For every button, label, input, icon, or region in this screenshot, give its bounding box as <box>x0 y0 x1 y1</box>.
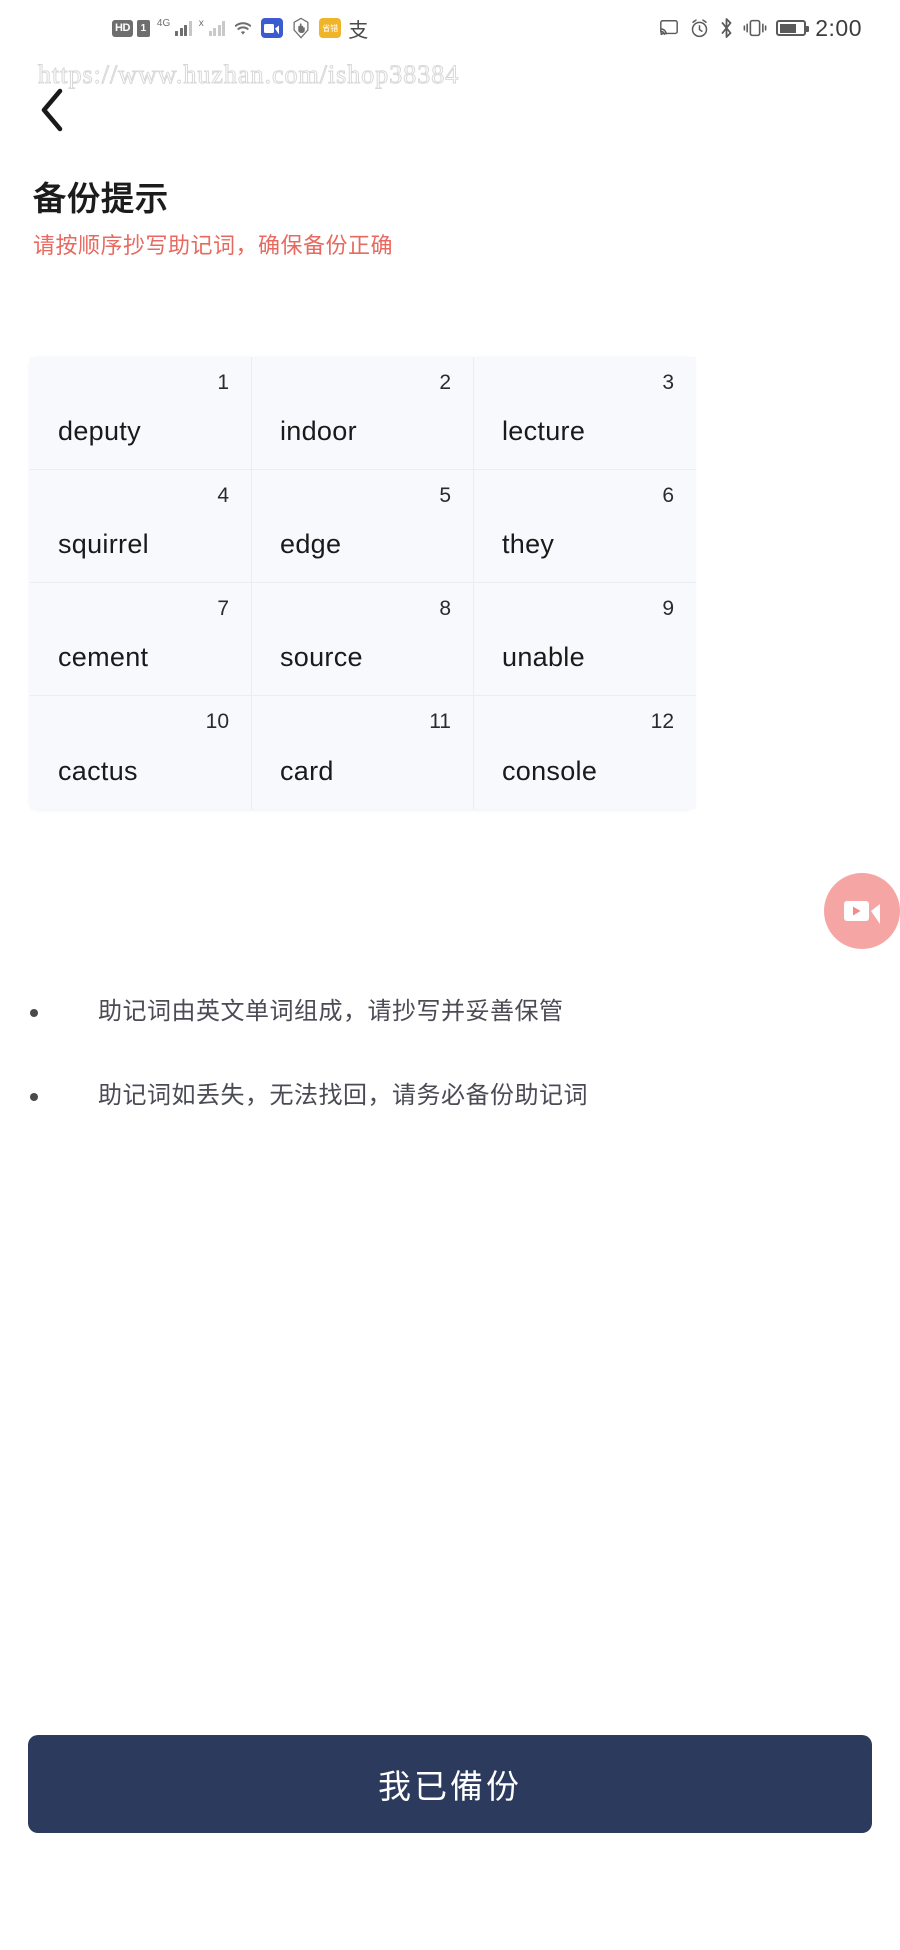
bluetooth-icon <box>719 17 734 39</box>
mnemonic-cell[interactable]: 8 source <box>252 583 474 696</box>
mnemonic-index: 3 <box>662 371 674 395</box>
note-text: 助记词如丢失，无法找回，请务必备份助记词 <box>98 1079 588 1113</box>
battery-icon <box>776 20 806 36</box>
mnemonic-cell[interactable]: 12 console <box>474 696 696 809</box>
mnemonic-word: squirrel <box>58 529 149 560</box>
screen-cast-icon <box>658 18 680 38</box>
mnemonic-word: source <box>280 642 363 673</box>
mnemonic-index: 7 <box>217 597 229 621</box>
mnemonic-cell[interactable]: 7 cement <box>30 583 252 696</box>
page-subtitle-warning: 请按顺序抄写助记词，确保备份正确 <box>33 228 393 260</box>
mnemonic-cell[interactable]: 1 deputy <box>30 357 252 470</box>
mnemonic-cell[interactable]: 6 they <box>474 470 696 583</box>
mnemonic-grid-card: 1 deputy 2 indoor 3 lecture 4 squirrel 5… <box>30 357 694 809</box>
notes-list: 助记词由英文单词组成，请抄写并妥善保管 助记词如丢失，无法找回，请务必备份助记词 <box>0 995 900 1162</box>
bullet-dot-icon <box>30 1093 38 1101</box>
chevron-left-icon <box>37 87 67 133</box>
site-watermark: https://www.huzhan.com/ishop38384 <box>38 60 459 90</box>
wifi-icon <box>232 19 254 37</box>
mnemonic-word: edge <box>280 529 341 560</box>
signal-strength-secondary-icon <box>209 20 226 36</box>
mnemonic-index: 10 <box>206 710 229 734</box>
bullet-dot-icon <box>30 1009 38 1017</box>
palm-hand-icon <box>290 17 312 39</box>
confirm-backup-button[interactable]: 我已備份 <box>28 1735 872 1833</box>
mnemonic-cell[interactable]: 11 card <box>252 696 474 809</box>
mnemonic-word: cement <box>58 642 148 673</box>
mnemonic-cell[interactable]: 9 unable <box>474 583 696 696</box>
network-type-label: 4G <box>157 18 170 29</box>
mnemonic-cell[interactable]: 2 indoor <box>252 357 474 470</box>
mnemonic-word: unable <box>502 642 585 673</box>
mnemonic-index: 4 <box>217 484 229 508</box>
mnemonic-word: cactus <box>58 756 138 787</box>
video-camera-play-icon <box>842 897 882 925</box>
sim-card-icon: 1 <box>137 20 150 37</box>
mnemonic-word: console <box>502 756 597 787</box>
status-bar-left-icons: HD 1 4G x 省错 支 <box>112 14 368 43</box>
mnemonic-index: 9 <box>662 597 674 621</box>
status-bar-clock: 2:00 <box>815 15 862 42</box>
mnemonic-cell[interactable]: 10 cactus <box>30 696 252 809</box>
signal-strength-icon <box>175 20 192 36</box>
video-app-icon <box>261 18 283 38</box>
mnemonic-cell[interactable]: 5 edge <box>252 470 474 583</box>
alipay-icon: 支 <box>348 14 368 43</box>
status-bar: HD 1 4G x 省错 支 <box>0 0 900 56</box>
mnemonic-cell[interactable]: 3 lecture <box>474 357 696 470</box>
mnemonic-word: card <box>280 756 334 787</box>
hd-icon: HD <box>112 20 133 37</box>
alarm-clock-icon <box>689 18 710 39</box>
note-text: 助记词由英文单词组成，请抄写并妥善保管 <box>98 995 564 1029</box>
signal-x-label: x <box>199 18 204 29</box>
vibrate-icon <box>743 17 767 39</box>
floating-video-button[interactable] <box>824 873 900 949</box>
note-item: 助记词如丢失，无法找回，请务必备份助记词 <box>0 1079 900 1113</box>
status-bar-right-icons: 2:00 <box>658 15 862 42</box>
mnemonic-cell[interactable]: 4 squirrel <box>30 470 252 583</box>
mnemonic-index: 6 <box>662 484 674 508</box>
mnemonic-index: 5 <box>439 484 451 508</box>
mnemonic-word: lecture <box>502 416 585 447</box>
mnemonic-grid: 1 deputy 2 indoor 3 lecture 4 squirrel 5… <box>30 357 696 809</box>
back-button[interactable] <box>22 80 82 140</box>
mnemonic-index: 2 <box>439 371 451 395</box>
note-item: 助记词由英文单词组成，请抄写并妥善保管 <box>0 995 900 1029</box>
yellow-app-icon: 省错 <box>319 18 341 38</box>
mnemonic-word: deputy <box>58 416 141 447</box>
mnemonic-index: 1 <box>217 371 229 395</box>
page-title: 备份提示 <box>33 172 169 220</box>
mnemonic-index: 11 <box>429 710 451 734</box>
mnemonic-index: 12 <box>651 710 674 734</box>
mnemonic-word: indoor <box>280 416 357 447</box>
mnemonic-word: they <box>502 529 554 560</box>
mnemonic-index: 8 <box>439 597 451 621</box>
